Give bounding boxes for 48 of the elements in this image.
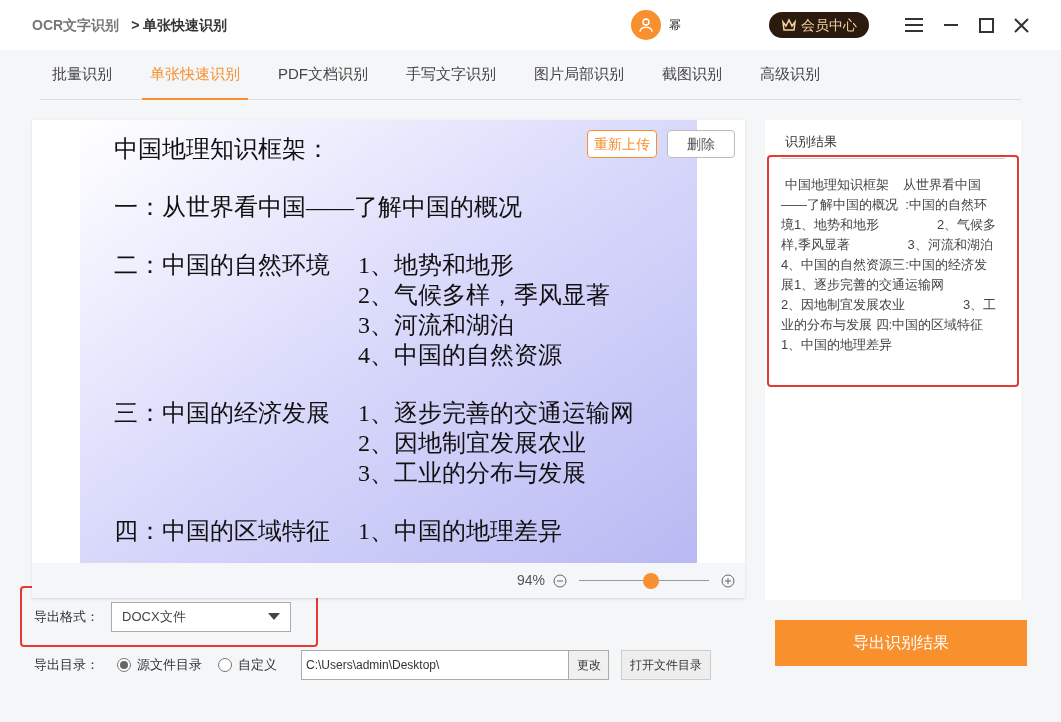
slide-item: 1、逐步完善的交通运输网 [358,399,634,428]
tab[interactable]: PDF文档识别 [270,50,376,100]
result-text: 中国地理知识框架 从世界看中国——了解中国的概况 :中国的自然环境1、地势和地形 2、气候多样,季风显著 3、河流和湖泊 4、中国的自然资源三:中国的经济发展1、逐步完善的交通运输网 2、因地制宜发展农业 3、工业的分布与发展 四:中国的区域特征1、中国的地理差异 [781,175,998,354]
open-folder-button[interactable]: 打开文件目录 [621,650,711,680]
crown-icon [781,18,797,32]
slide-heading: 二：中国的自然环境 [114,251,331,280]
change-button[interactable]: 更改 [569,650,609,680]
result-title: 识别结果 [784,133,838,151]
close-icon[interactable] [1014,17,1029,33]
maximize-icon[interactable] [979,17,994,33]
username: 幂 [669,17,681,34]
slide-item: 4、中国的自然资源 [358,341,563,370]
slide-item: 1、地势和地形 [358,251,515,280]
vip-center-button[interactable]: 会员中心 [769,12,869,38]
radio-label[interactable]: 自定义 [238,655,277,675]
app-name[interactable]: OCR文字识别 [32,14,120,36]
menu-icon[interactable] [905,17,923,33]
tab[interactable]: 截图识别 [654,50,730,100]
slide-item: 1、中国的地理差异 [358,517,562,546]
export-dir-label: 导出目录： [34,656,99,675]
slide-item: 3、工业的分布与发展 [358,459,587,488]
slide-heading: 一：从世界看中国——了解中国的概况 [114,193,522,222]
breadcrumb-current: > 单张快速识别 [131,15,228,35]
zoom-slider[interactable] [579,572,709,589]
tab[interactable]: 批量识别 [44,50,120,100]
slide-title: 中国地理知识框架： [114,135,330,164]
export-format-label: 导出格式： [34,607,99,626]
tab[interactable]: 手写文字识别 [398,50,504,100]
caret-icon [268,613,280,620]
tab[interactable]: 高级识别 [752,50,828,100]
slide-item: 2、因地制宜发展农业 [358,429,587,458]
zoom-slider-thumb[interactable] [642,572,659,589]
radio-button[interactable] [218,658,232,672]
zoom-out-icon[interactable] [553,573,567,588]
radio-label[interactable]: 源文件目录 [137,655,202,675]
format-dropdown[interactable]: DOCX文件 [111,601,291,632]
slide-heading: 三：中国的经济发展 [114,399,331,428]
avatar-icon[interactable] [631,10,661,40]
result-text-area[interactable]: 中国地理知识框架 从世界看中国——了解中国的概况 :中国的自然环境1、地势和地形 2、气候多样,季风显著 3、河流和湖泊 4、中国的自然资源三:中国的经济发展1、逐步完善的交通运输网 2、因地制宜发展农业 3、工业的分布与发展 四:中国的区域特征1、中国的地理差异 [767,154,1019,387]
tab[interactable]: 图片局部识别 [526,50,632,100]
zoom-reading: 94% [516,571,545,590]
radio-button[interactable] [117,658,131,672]
path-field[interactable]: C:\Users\admin\Desktop\ [301,650,569,680]
slide-heading: 四：中国的区域特征 [114,517,331,546]
zoom-in-icon[interactable] [721,573,735,588]
delete-button[interactable]: 删除 [667,130,735,158]
slide-item: 2、气候多样，季风显著 [358,281,610,310]
slide-item: 3、河流和湖泊 [358,311,515,340]
